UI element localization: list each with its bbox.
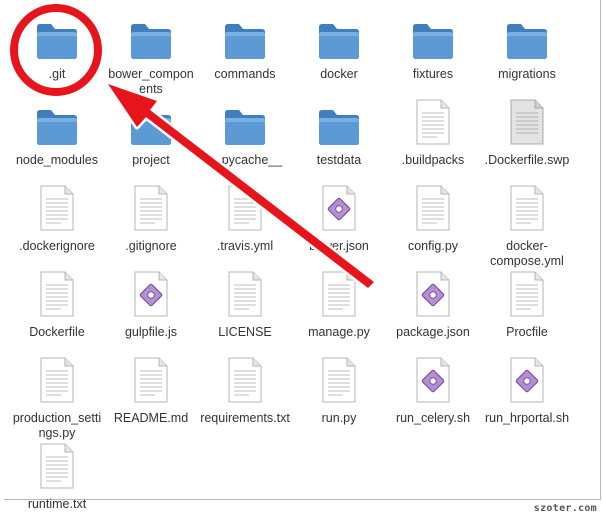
file-manager-view: .git bower_components commands docker fixtur… [4,0,601,511]
folder-icon [105,21,197,71]
file-name-label: bower_components [108,67,194,96]
folder-icon [225,24,265,59]
file-name-label: .git [48,67,66,81]
text-file-icon [416,99,450,145]
folder-icon [319,110,359,145]
folder-icon [387,21,479,71]
script-icon [387,357,479,407]
file-name-label: .gitignore [125,239,177,253]
text-icon [11,357,103,407]
file-name-label: .travis.yml [216,239,274,253]
file-name-label: docker-compose.yml [490,239,564,268]
text-icon [11,443,103,493]
file-name-label: testdata [316,153,362,167]
text-icon [293,271,385,321]
text-file-icon [416,185,450,231]
script-icon [387,271,479,321]
folder-icon [199,107,291,157]
file-name-label: README.md [113,411,189,425]
text-file-icon [40,443,74,489]
file-name-label: migrations [498,67,556,81]
text-file-icon [40,357,74,403]
file-name-label: package.json [396,325,470,339]
folder-icon [131,110,171,145]
binary-icon [481,99,573,149]
folder-icon [293,107,385,157]
text-icon [105,357,197,407]
folder-icon [131,24,171,59]
folder-icon [11,107,103,157]
file-name-label: Dockerfile [29,325,85,339]
text-file-icon [322,271,356,317]
text-file-icon [134,185,168,231]
text-icon [11,185,103,235]
text-icon [105,185,197,235]
file-name-label: gulpfile.js [124,325,178,339]
text-icon [387,99,479,149]
text-icon [199,357,291,407]
text-file-icon [228,185,262,231]
text-icon [387,185,479,235]
folder-icon [293,21,385,71]
text-file-icon [228,357,262,403]
text-file-icon [510,271,544,317]
text-file-icon [40,271,74,317]
file-name-label: production_settings.py [12,411,102,440]
file-name-label: .buildpacks [401,153,465,167]
text-icon [293,357,385,407]
script-icon [481,357,573,407]
file-name-label: LICENSE [218,325,272,339]
folder-icon [11,21,103,71]
file-name-label: docker [320,67,358,81]
file-name-label: run.py [321,411,357,425]
text-icon [199,185,291,235]
file-name-label: bower.json [309,239,369,253]
text-icon [11,271,103,321]
folder-icon [225,110,265,145]
folder-icon [319,24,359,59]
script-file-icon [416,357,450,403]
text-file-icon [134,357,168,403]
text-icon [481,271,573,321]
script-file-icon [416,271,450,317]
text-file-icon [40,185,74,231]
script-file-icon [322,185,356,231]
file-name-label: requirements.txt [200,411,290,425]
file-name-label: project [132,153,170,167]
file-name-label: .dockerignore [19,239,95,253]
file-name-label: fixtures [412,67,454,81]
file-name-label: __pycache__ [207,153,283,167]
file-name-label: run_celery.sh [395,411,471,425]
folder-icon [199,21,291,71]
file-name-label: commands [214,67,276,81]
file-name-label: runtime.txt [27,497,87,511]
text-file-icon [322,357,356,403]
folder-icon [481,21,573,71]
file-icon-grid: .git bower_components commands docker fixtur… [4,0,600,511]
folder-icon [413,24,453,59]
file-name-label: manage.py [308,325,370,339]
file-name-label: Procfile [506,325,548,339]
file-name-label: .Dockerfile.swp [484,153,570,167]
folder-icon [507,24,547,59]
folder-icon [37,110,77,145]
script-icon [105,271,197,321]
script-file-icon [134,271,168,317]
text-file-icon [510,185,544,231]
file-name-label: config.py [407,239,459,253]
file-name-label: run_hrportal.sh [484,411,570,425]
text-file-icon [228,271,262,317]
file-name-label: node_modules [15,153,98,167]
folder-icon [105,107,197,157]
script-file-icon [510,357,544,403]
watermark: szoter.com [533,503,597,514]
binary-file-icon [510,99,544,145]
text-icon [481,185,573,235]
script-icon [293,185,385,235]
text-icon [199,271,291,321]
folder-icon [37,24,77,59]
